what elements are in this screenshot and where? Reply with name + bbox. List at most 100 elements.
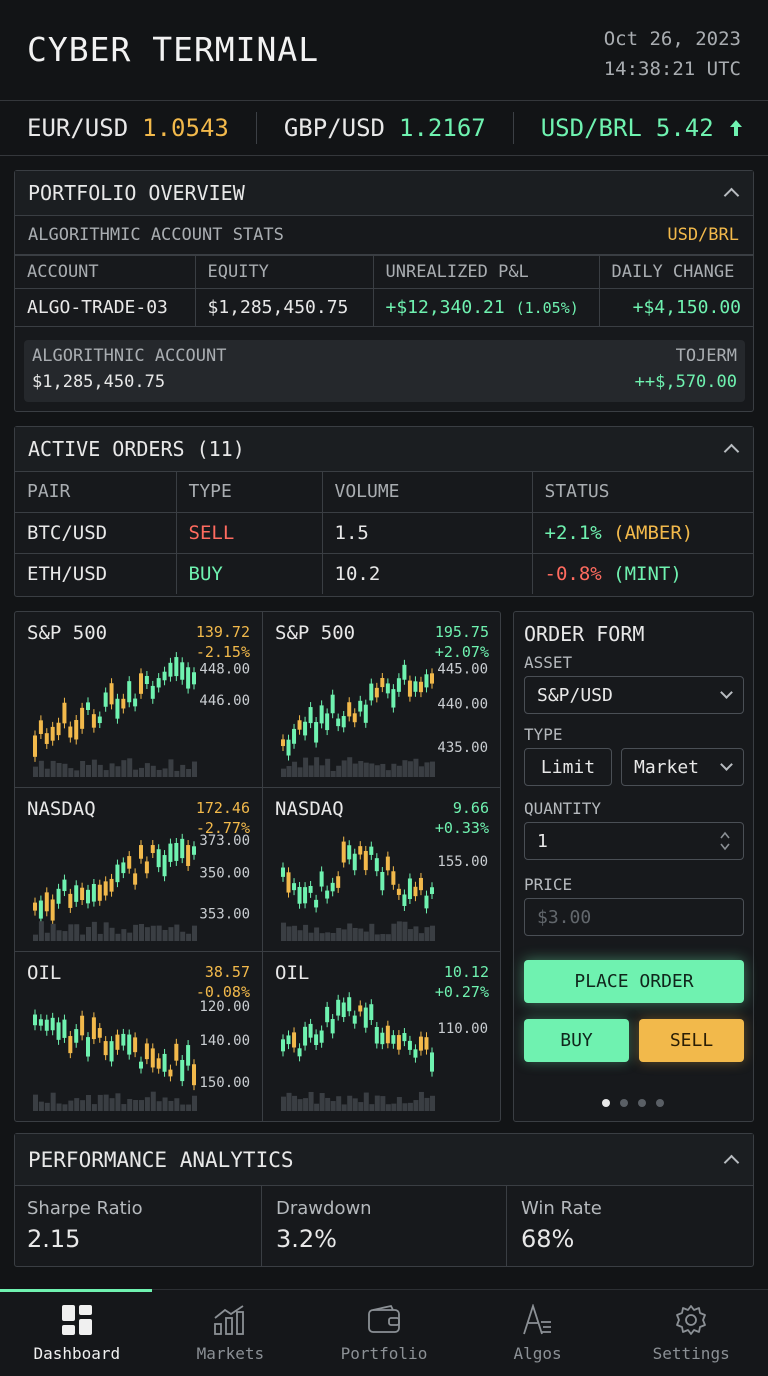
market-quote: 195.75 +2.07% bbox=[435, 622, 489, 662]
table-row[interactable]: ETH/USD BUY 10.2 -0.8% (MINT) bbox=[15, 552, 753, 594]
candle-body bbox=[144, 1043, 149, 1060]
chevron-up-icon[interactable] bbox=[723, 185, 739, 201]
volume-bar bbox=[314, 1103, 320, 1111]
nav-label: Dashboard bbox=[33, 1344, 121, 1363]
portfolio-overview-panel: PORTFOLIO OVERVIEW ALGORITHMIC ACCOUNT S… bbox=[14, 170, 754, 412]
volume-bar bbox=[44, 932, 50, 941]
volume-bar bbox=[180, 931, 186, 941]
candle-body bbox=[407, 878, 412, 900]
ticker-value: 5.42 bbox=[655, 114, 714, 142]
candle-body bbox=[430, 673, 434, 684]
nav-portfolio[interactable]: Portfolio bbox=[307, 1290, 461, 1376]
market-quote: 9.66 +0.33% bbox=[435, 798, 489, 838]
candle-body bbox=[33, 735, 37, 757]
market-chart-card[interactable]: 155.00 NASDAQ 9.66 +0.33% bbox=[263, 788, 501, 952]
volume-bar bbox=[33, 766, 38, 777]
market-chart-card[interactable]: 448.00 446.00 S&P 500 139.72 -2.15% bbox=[15, 612, 263, 788]
volume-bar bbox=[303, 757, 309, 777]
market-name: NASDAQ bbox=[275, 798, 344, 820]
candle-body bbox=[314, 1034, 319, 1046]
col-header: ACCOUNT bbox=[15, 255, 196, 289]
market-chart-card[interactable]: 445.00 440.00 435.00 S&P 500 195.75 +2.07% bbox=[263, 612, 501, 788]
type-label: TYPE bbox=[524, 725, 563, 744]
candle-body bbox=[286, 872, 291, 893]
volume-bar bbox=[115, 933, 121, 941]
nav-markets[interactable]: Markets bbox=[154, 1290, 308, 1376]
volume-bar bbox=[80, 1100, 86, 1111]
volume-bar bbox=[330, 932, 336, 941]
market-quote: 38.57 -0.08% bbox=[196, 962, 250, 1002]
volume-bar bbox=[156, 925, 162, 941]
volume-bar bbox=[150, 925, 156, 941]
page-dot[interactable] bbox=[620, 1099, 628, 1107]
bottom-nav: Dashboard Markets Portfolio Algos Settin… bbox=[0, 1289, 768, 1376]
volume-bar bbox=[358, 761, 364, 777]
volume-bar bbox=[133, 1100, 139, 1111]
nav-algos[interactable]: Algos bbox=[461, 1290, 615, 1376]
candle-body bbox=[424, 895, 429, 909]
gear-icon bbox=[676, 1305, 707, 1335]
nav-dashboard[interactable]: Dashboard bbox=[0, 1289, 154, 1376]
table-row[interactable]: BTC/USD SELL 1.5 +2.1% (AMBER) bbox=[15, 511, 753, 554]
stepper-icon[interactable] bbox=[719, 829, 731, 853]
active-orders-panel: ACTIVE ORDERS (11) PAIR TYPE VOLUME STAT… bbox=[14, 426, 754, 597]
portfolio-header[interactable]: PORTFOLIO OVERVIEW bbox=[15, 171, 753, 216]
market-chart-card[interactable]: 120.00 140.00 150.00 OIL 38.57 -0.08% bbox=[15, 952, 263, 1122]
market-chart-card[interactable]: 110.00 OIL 10.12 +0.27% bbox=[263, 952, 501, 1122]
account-table: ACCOUNT EQUITY UNREALIZED P&L DAILY CHAN… bbox=[15, 255, 753, 327]
candle-body bbox=[162, 855, 167, 877]
account-summary-card[interactable]: ALGORITHNIC ACCOUNT TOJERM $1,285,450.75… bbox=[24, 340, 745, 402]
type-limit-button[interactable]: Limit bbox=[524, 748, 612, 786]
algos-icon bbox=[522, 1304, 551, 1335]
candle-body bbox=[80, 1015, 85, 1036]
candle-body bbox=[127, 1034, 132, 1055]
candle-body bbox=[103, 1041, 108, 1056]
price-input[interactable]: $3.00 bbox=[524, 898, 744, 936]
page-dot[interactable] bbox=[656, 1099, 664, 1107]
orders-header[interactable]: ACTIVE ORDERS (11) bbox=[15, 427, 753, 472]
place-order-button[interactable]: PLACE ORDER bbox=[524, 960, 744, 1003]
volume-bar bbox=[374, 934, 380, 941]
candle-body bbox=[174, 842, 179, 861]
volume-bar bbox=[103, 1094, 109, 1111]
sell-button[interactable]: SELL bbox=[639, 1019, 744, 1062]
quantity-stepper[interactable]: 1 bbox=[524, 822, 744, 860]
nav-settings[interactable]: Settings bbox=[614, 1290, 768, 1376]
ticker-item-gbpusd[interactable]: GBP/USD 1.2167 bbox=[257, 114, 513, 142]
ticker-item-usdbrl[interactable]: USD/BRL 5.42 bbox=[514, 114, 762, 142]
volume-bar bbox=[341, 760, 347, 777]
candle-body bbox=[407, 1040, 412, 1050]
volume-bar bbox=[33, 1094, 38, 1111]
candle-body bbox=[374, 858, 379, 872]
volume-bar bbox=[115, 1093, 121, 1111]
candle-body bbox=[103, 692, 108, 707]
candle-body bbox=[121, 1033, 126, 1046]
volume-bar bbox=[314, 927, 320, 941]
market-change: -2.15% bbox=[195, 643, 250, 661]
analytics-header[interactable]: PERFORMANCE ANALYTICS bbox=[15, 1134, 753, 1186]
portfolio-currency[interactable]: USD/BRL bbox=[667, 225, 739, 245]
chevron-up-icon[interactable] bbox=[723, 1152, 739, 1168]
volume-bar bbox=[297, 1099, 303, 1111]
market-name: S&P 500 bbox=[27, 622, 108, 644]
page-dot[interactable] bbox=[638, 1099, 646, 1107]
ticker-item-eurusd[interactable]: EUR/USD 1.0543 bbox=[0, 114, 256, 142]
candle-body bbox=[297, 720, 302, 730]
market-name: OIL bbox=[275, 962, 310, 984]
chevron-up-icon[interactable] bbox=[723, 441, 739, 457]
table-row[interactable]: ALGO-TRADE-03 $1,285,450.75 +$12,340.21 … bbox=[15, 288, 753, 327]
asset-select[interactable]: S&P/USD bbox=[524, 676, 744, 714]
volume-bar bbox=[407, 761, 413, 777]
volume-bar bbox=[174, 924, 180, 941]
candle-body bbox=[121, 862, 126, 874]
buy-button[interactable]: BUY bbox=[524, 1019, 629, 1062]
type-market-select[interactable]: Market bbox=[621, 748, 744, 786]
candle-body bbox=[418, 681, 423, 693]
volume-bar bbox=[44, 1102, 50, 1111]
candle-body bbox=[325, 713, 330, 731]
candle-body bbox=[97, 716, 102, 724]
page-dot[interactable] bbox=[602, 1099, 610, 1107]
candle-body bbox=[150, 1048, 155, 1068]
market-chart-card[interactable]: 373.00 350.00 353.00 NASDAQ 172.46 -2.77% bbox=[15, 788, 263, 952]
tick-label: 435.00 bbox=[437, 740, 488, 756]
